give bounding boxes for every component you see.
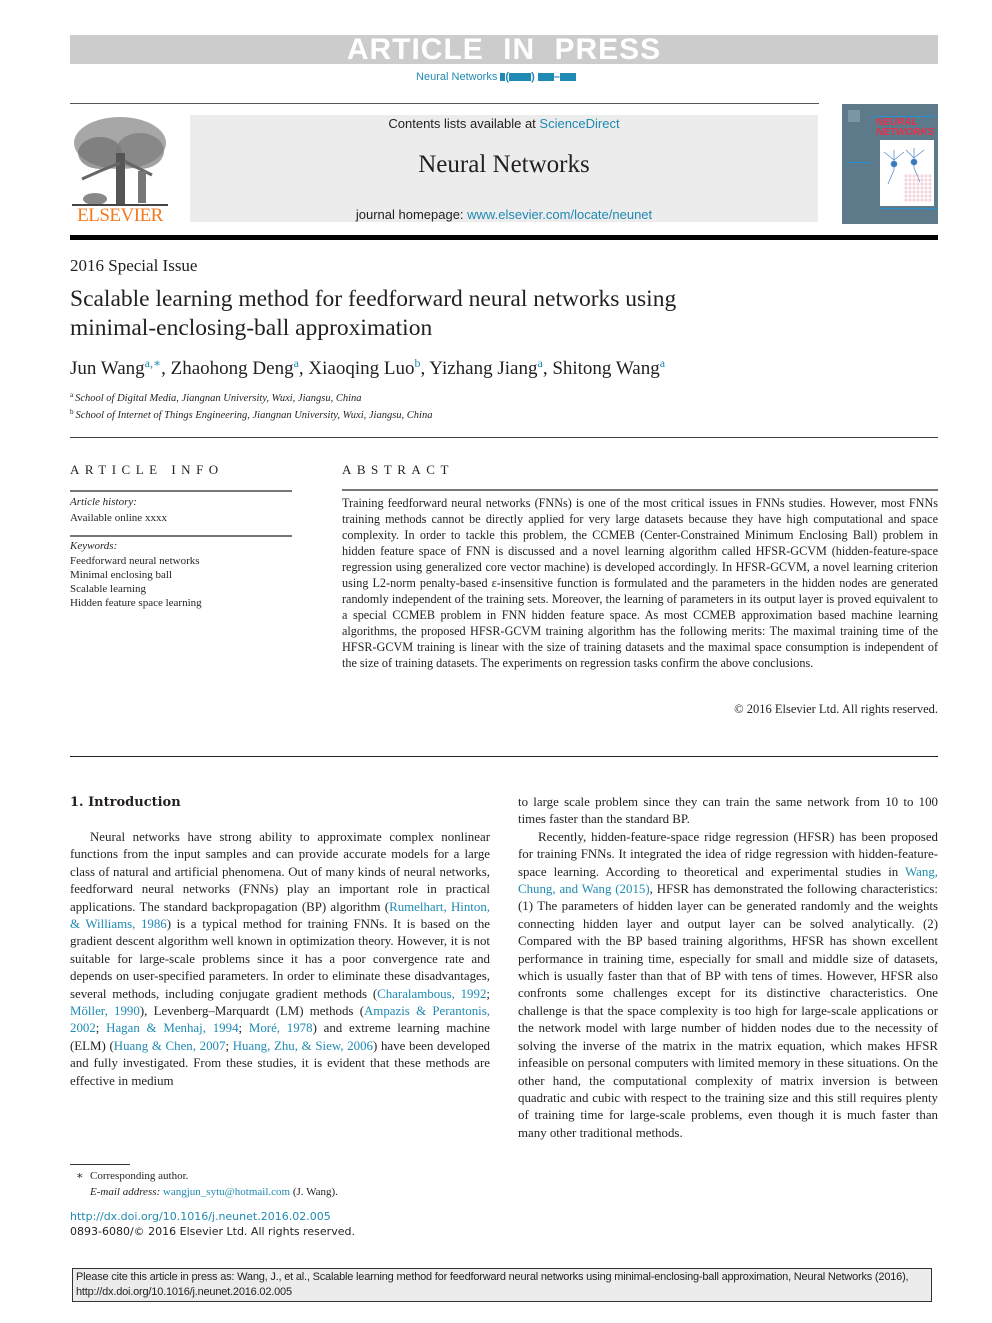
keyword: Hidden feature space learning bbox=[70, 597, 202, 609]
author-name: Xiaoqing Luo bbox=[308, 358, 415, 379]
text-run: ; bbox=[95, 1021, 107, 1036]
email-suffix: (J. Wang). bbox=[290, 1186, 338, 1198]
elsevier-logo[interactable]: ELSEVIER bbox=[70, 113, 170, 226]
author-list: Jun Wanga,∗, Zhaohong Denga, Xiaoqing Lu… bbox=[70, 356, 666, 379]
doi-link[interactable]: http://dx.doi.org/10.1016/j.neunet.2016.… bbox=[70, 1210, 331, 1223]
intro-paragraph-1: Neural networks have strong ability to a… bbox=[70, 829, 490, 1090]
text-run: ; bbox=[238, 1021, 249, 1036]
contents-prefix: Contents lists available at bbox=[388, 116, 540, 131]
cover-illustration bbox=[880, 140, 934, 206]
keyword: Feedforward neural networks bbox=[70, 555, 200, 567]
affiliation-key: b bbox=[70, 408, 74, 416]
journal-homepage-link[interactable]: www.elsevier.com/locate/neunet bbox=[467, 207, 652, 222]
contents-line: Contents lists available at ScienceDirec… bbox=[190, 116, 818, 131]
text-run: , HFSR has demonstrated the following ch… bbox=[518, 882, 938, 1140]
abstract-heading: ABSTRACT bbox=[342, 462, 454, 477]
issn-copyright: 0893-6080/© 2016 Elsevier Ltd. All right… bbox=[70, 1225, 355, 1238]
article-info-heading: ARTICLE INFO bbox=[70, 462, 224, 477]
section-heading-introduction: 1. Introduction bbox=[70, 795, 181, 810]
masthead-top-rule bbox=[70, 103, 819, 104]
masthead-thick-rule bbox=[70, 235, 938, 240]
keyword: Minimal enclosing ball bbox=[70, 569, 173, 581]
citation-link[interactable]: Moré, 1978 bbox=[249, 1021, 313, 1035]
title-block-rule bbox=[70, 437, 938, 438]
email-footnote: E-mail address: wangjun_sytu@hotmail.com… bbox=[90, 1186, 338, 1198]
article-history-value: Available online xxxx bbox=[70, 512, 167, 524]
elsevier-wordmark: ELSEVIER bbox=[77, 205, 163, 226]
text-run: ), Levenberg–Marquardt (LM) methods ( bbox=[139, 1004, 364, 1019]
body-right-column: to large scale problem since they can tr… bbox=[518, 794, 938, 1142]
sciencedirect-link[interactable]: ScienceDirect bbox=[539, 116, 619, 131]
journal-title: Neural Networks bbox=[418, 151, 590, 178]
author-affil-link[interactable]: a bbox=[537, 356, 542, 370]
body-left-column: Neural networks have strong ability to a… bbox=[70, 829, 490, 1090]
article-in-press-banner: ARTICLE IN PRESS bbox=[70, 35, 938, 65]
abstract-text: Training feedforward neural networks (FN… bbox=[342, 496, 938, 670]
citation-link[interactable]: Huang, Zhu, & Siew, 2006 bbox=[233, 1039, 373, 1053]
cover-title-line2: NETWORKS bbox=[876, 127, 935, 138]
intro-paragraph-2: Recently, hidden-feature-space ridge reg… bbox=[518, 829, 938, 1142]
keywords-list: Feedforward neural networks Minimal encl… bbox=[70, 554, 202, 610]
text-run: ; bbox=[225, 1038, 233, 1053]
author-affil-link[interactable]: a bbox=[294, 356, 299, 370]
author-affil-link[interactable]: a bbox=[660, 356, 665, 370]
journal-cover-image[interactable]: NEURAL NETWORKS bbox=[842, 104, 938, 224]
abstract-copyright: © 2016 Elsevier Ltd. All rights reserved… bbox=[734, 702, 938, 716]
journal-ref-name: Neural Networks bbox=[416, 71, 498, 83]
author-affil-link[interactable]: a,∗ bbox=[145, 356, 161, 370]
volume-placeholder-blocks: () – bbox=[500, 71, 576, 83]
paper-title-line2: minimal-enclosing-ball approximation bbox=[70, 315, 433, 341]
affiliation-key: a bbox=[70, 391, 74, 399]
text-run: ; bbox=[486, 986, 490, 1001]
citation-link[interactable]: Charalambous, 1992 bbox=[377, 987, 486, 1001]
journal-reference-line: Neural Networks () – bbox=[0, 71, 992, 83]
keywords-label: Keywords: bbox=[70, 540, 118, 552]
affiliation-b: b School of Internet of Things Engineerin… bbox=[70, 408, 432, 421]
abstract-rule bbox=[342, 489, 938, 491]
cover-title: NEURAL NETWORKS bbox=[876, 118, 934, 138]
affiliation-a: a School of Digital Media, Jiangnan Unive… bbox=[70, 391, 362, 404]
affiliation-text: School of Internet of Things Engineering… bbox=[75, 410, 433, 421]
paper-title-line1: Scalable learning method for feedforward… bbox=[70, 286, 677, 312]
author-name: Jun Wang bbox=[70, 358, 145, 379]
author-affil-link[interactable]: b bbox=[415, 356, 421, 370]
citation-link[interactable]: Hagan & Menhaj, 1994 bbox=[106, 1021, 238, 1035]
paper-title: Scalable learning method for feedforward… bbox=[70, 285, 830, 343]
email-link[interactable]: wangjun_sytu@hotmail.com bbox=[163, 1186, 290, 1198]
keyword: Scalable learning bbox=[70, 583, 147, 595]
author-name: Zhaohong Deng bbox=[170, 358, 294, 379]
text-run: Recently, hidden-feature-space ridge reg… bbox=[518, 829, 938, 879]
email-label: E-mail address: bbox=[90, 1186, 163, 1198]
homepage-line: journal homepage: www.elsevier.com/locat… bbox=[190, 207, 818, 222]
article-history-label: Article history: bbox=[70, 496, 137, 508]
corresponding-author-note: Corresponding author. bbox=[90, 1170, 189, 1182]
article-info-rule bbox=[70, 490, 292, 492]
author-name: Shitong Wang bbox=[552, 358, 660, 379]
cite-this-article-box: Please cite this article in press as: Wa… bbox=[72, 1268, 932, 1302]
abstract-bottom-rule bbox=[70, 756, 938, 757]
footnote-rule bbox=[70, 1164, 130, 1165]
citation-link[interactable]: Huang & Chen, 2007 bbox=[114, 1039, 226, 1053]
homepage-prefix: journal homepage: bbox=[355, 207, 468, 222]
affiliation-text: School of Digital Media, Jiangnan Univer… bbox=[75, 393, 362, 404]
author-name: Yizhang Jiang bbox=[429, 358, 538, 379]
special-issue-label: 2016 Special Issue bbox=[70, 256, 198, 275]
intro-paragraph-1-continued: to large scale problem since they can tr… bbox=[518, 795, 938, 827]
keywords-rule bbox=[70, 535, 292, 537]
footnote-star: ∗ bbox=[76, 1170, 84, 1182]
citation-link[interactable]: Möller, 1990 bbox=[70, 1004, 140, 1018]
